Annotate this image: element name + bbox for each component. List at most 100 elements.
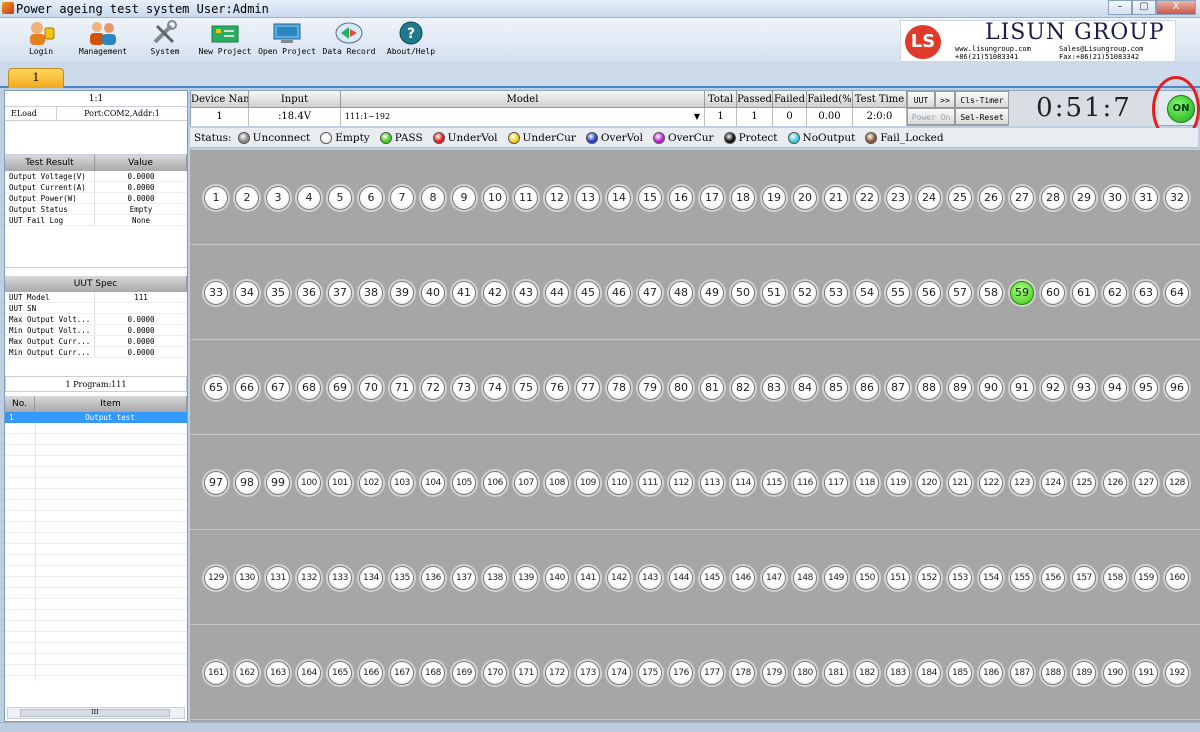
channel-105[interactable]: 105: [452, 471, 476, 495]
channel-46[interactable]: 46: [607, 281, 631, 305]
channel-23[interactable]: 23: [886, 186, 910, 210]
open-project-button[interactable]: Open Project: [256, 20, 318, 60]
channel-155[interactable]: 155: [1010, 566, 1034, 590]
channel-38[interactable]: 38: [359, 281, 383, 305]
channel-44[interactable]: 44: [545, 281, 569, 305]
channel-12[interactable]: 12: [545, 186, 569, 210]
channel-21[interactable]: 21: [824, 186, 848, 210]
channel-128[interactable]: 128: [1165, 471, 1189, 495]
channel-148[interactable]: 148: [793, 566, 817, 590]
channel-71[interactable]: 71: [390, 376, 414, 400]
channel-147[interactable]: 147: [762, 566, 786, 590]
channel-63[interactable]: 63: [1134, 281, 1158, 305]
channel-52[interactable]: 52: [793, 281, 817, 305]
channel-66[interactable]: 66: [235, 376, 259, 400]
channel-41[interactable]: 41: [452, 281, 476, 305]
channel-75[interactable]: 75: [514, 376, 538, 400]
channel-1[interactable]: 1: [204, 186, 228, 210]
channel-139[interactable]: 139: [514, 566, 538, 590]
channel-40[interactable]: 40: [421, 281, 445, 305]
channel-116[interactable]: 116: [793, 471, 817, 495]
channel-149[interactable]: 149: [824, 566, 848, 590]
channel-117[interactable]: 117: [824, 471, 848, 495]
channel-192[interactable]: 192: [1165, 661, 1189, 685]
channel-161[interactable]: 161: [204, 661, 228, 685]
channel-88[interactable]: 88: [917, 376, 941, 400]
channel-39[interactable]: 39: [390, 281, 414, 305]
channel-178[interactable]: 178: [731, 661, 755, 685]
channel-82[interactable]: 82: [731, 376, 755, 400]
channel-158[interactable]: 158: [1103, 566, 1127, 590]
channel-159[interactable]: 159: [1134, 566, 1158, 590]
channel-172[interactable]: 172: [545, 661, 569, 685]
channel-97[interactable]: 97: [204, 471, 228, 495]
channel-122[interactable]: 122: [979, 471, 1003, 495]
channel-109[interactable]: 109: [576, 471, 600, 495]
channel-189[interactable]: 189: [1072, 661, 1096, 685]
channel-27[interactable]: 27: [1010, 186, 1034, 210]
channel-191[interactable]: 191: [1134, 661, 1158, 685]
channel-87[interactable]: 87: [886, 376, 910, 400]
channel-32[interactable]: 32: [1165, 186, 1189, 210]
channel-15[interactable]: 15: [638, 186, 662, 210]
channel-55[interactable]: 55: [886, 281, 910, 305]
channel-93[interactable]: 93: [1072, 376, 1096, 400]
channel-119[interactable]: 119: [886, 471, 910, 495]
channel-110[interactable]: 110: [607, 471, 631, 495]
channel-31[interactable]: 31: [1134, 186, 1158, 210]
channel-134[interactable]: 134: [359, 566, 383, 590]
channel-163[interactable]: 163: [266, 661, 290, 685]
channel-126[interactable]: 126: [1103, 471, 1127, 495]
channel-49[interactable]: 49: [700, 281, 724, 305]
next-button[interactable]: >>: [935, 91, 955, 108]
channel-165[interactable]: 165: [328, 661, 352, 685]
system-button[interactable]: System: [134, 20, 196, 60]
channel-72[interactable]: 72: [421, 376, 445, 400]
channel-42[interactable]: 42: [483, 281, 507, 305]
channel-36[interactable]: 36: [297, 281, 321, 305]
channel-121[interactable]: 121: [948, 471, 972, 495]
channel-78[interactable]: 78: [607, 376, 631, 400]
channel-18[interactable]: 18: [731, 186, 755, 210]
channel-108[interactable]: 108: [545, 471, 569, 495]
tab-1[interactable]: 1: [8, 68, 64, 88]
channel-57[interactable]: 57: [948, 281, 972, 305]
channel-185[interactable]: 185: [948, 661, 972, 685]
channel-142[interactable]: 142: [607, 566, 631, 590]
channel-190[interactable]: 190: [1103, 661, 1127, 685]
channel-177[interactable]: 177: [700, 661, 724, 685]
channel-166[interactable]: 166: [359, 661, 383, 685]
channel-3[interactable]: 3: [266, 186, 290, 210]
channel-141[interactable]: 141: [576, 566, 600, 590]
channel-138[interactable]: 138: [483, 566, 507, 590]
channel-106[interactable]: 106: [483, 471, 507, 495]
channel-73[interactable]: 73: [452, 376, 476, 400]
channel-17[interactable]: 17: [700, 186, 724, 210]
channel-145[interactable]: 145: [700, 566, 724, 590]
channel-164[interactable]: 164: [297, 661, 321, 685]
channel-173[interactable]: 173: [576, 661, 600, 685]
channel-68[interactable]: 68: [297, 376, 321, 400]
channel-20[interactable]: 20: [793, 186, 817, 210]
channel-74[interactable]: 74: [483, 376, 507, 400]
about-help-button[interactable]: ? About/Help: [380, 20, 442, 60]
channel-67[interactable]: 67: [266, 376, 290, 400]
channel-186[interactable]: 186: [979, 661, 1003, 685]
close-button[interactable]: X: [1156, 0, 1196, 15]
channel-60[interactable]: 60: [1041, 281, 1065, 305]
channel-29[interactable]: 29: [1072, 186, 1096, 210]
channel-22[interactable]: 22: [855, 186, 879, 210]
select-reset-button[interactable]: Sel-Reset: [955, 108, 1009, 125]
channel-113[interactable]: 113: [700, 471, 724, 495]
channel-136[interactable]: 136: [421, 566, 445, 590]
channel-81[interactable]: 81: [700, 376, 724, 400]
channel-28[interactable]: 28: [1041, 186, 1065, 210]
maximize-button[interactable]: ▢: [1132, 0, 1156, 15]
channel-90[interactable]: 90: [979, 376, 1003, 400]
channel-169[interactable]: 169: [452, 661, 476, 685]
channel-85[interactable]: 85: [824, 376, 848, 400]
channel-89[interactable]: 89: [948, 376, 972, 400]
channel-104[interactable]: 104: [421, 471, 445, 495]
channel-43[interactable]: 43: [514, 281, 538, 305]
channel-160[interactable]: 160: [1165, 566, 1189, 590]
